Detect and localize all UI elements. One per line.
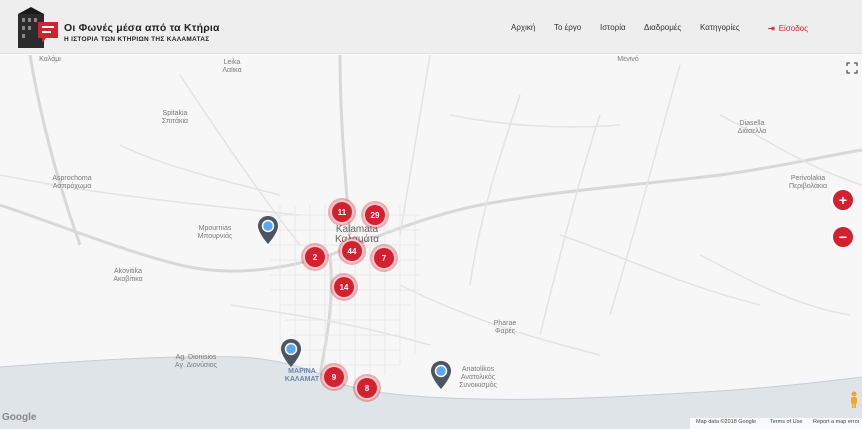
marker-cluster[interactable]: 8 [355, 376, 379, 400]
place-label: Diasella Διάσελλα [737, 120, 767, 135]
map-data-text: Map data ©2018 Google [696, 419, 757, 425]
fullscreen-icon[interactable] [846, 62, 858, 74]
marker-cluster[interactable]: 14 [332, 275, 356, 299]
nav-history[interactable]: Ιστορία [600, 23, 626, 32]
terms-link[interactable]: Terms of Use [770, 419, 802, 425]
place-label: Μενινό [617, 56, 639, 63]
place-label: Anatolikos Ανατολικός [460, 366, 496, 381]
zoom-in-button[interactable]: + [831, 188, 855, 212]
login-button[interactable]: ⇥ Είσοδος [768, 24, 808, 33]
site-title[interactable]: Οι Φωνές μέσα από τα Κτήρια [64, 22, 220, 34]
marker-cluster[interactable]: 11 [330, 200, 354, 224]
map-pin-icon[interactable] [280, 338, 302, 368]
place-label: Καλάμι [39, 56, 61, 63]
street-view-icon[interactable] [849, 391, 859, 409]
marina-label: ΜΑΡΙΝΑ ΚΑΛΑΜΑΤ [284, 368, 320, 383]
marker-cluster[interactable]: 29 [363, 203, 387, 227]
marker-cluster[interactable]: 44 [340, 239, 364, 263]
place-label: Asprochoma Ασπρόχωμα [52, 175, 92, 190]
map-pin-icon[interactable] [430, 360, 452, 390]
site-subtitle: Η ΙΣΤΟΡΙΑ ΤΩΝ ΚΤΗΡΙΩΝ ΤΗΣ ΚΑΛΑΜΑΤΑΣ [64, 36, 210, 43]
place-label: Συνοικισμός [459, 382, 497, 389]
nav-home[interactable]: Αρχική [511, 23, 535, 32]
map-canvas[interactable]: Καλάμι Leika Λαϊικα Μενινό Spitakia Σπιτάκ… [0, 55, 862, 429]
nav-routes[interactable]: Διαδρομές [644, 23, 681, 32]
marker-cluster[interactable]: 2 [303, 245, 327, 269]
place-label: Akovitika Ακοβίτικα [113, 268, 143, 283]
place-label: Pharae Φαρές [493, 320, 517, 335]
login-label: Είσοδος [778, 24, 808, 33]
site-header: Οι Φωνές μέσα από τα Κτήρια Η ΙΣΤΟΡΙΑ ΤΩ… [0, 0, 862, 54]
marker-cluster[interactable]: 7 [372, 246, 396, 270]
report-error-link[interactable]: Report a map error [813, 419, 859, 425]
place-label: Ag. Dionisios Αγ. Διονύσιος [174, 354, 218, 369]
logo-icon[interactable] [16, 6, 60, 50]
nav-categories[interactable]: Κατηγορίες [700, 23, 740, 32]
map-pin-icon[interactable] [257, 215, 279, 245]
nav-project[interactable]: Το έργο [554, 23, 581, 32]
place-label: Mpournias Μπουρνιάς [197, 225, 233, 240]
google-logo[interactable]: Google [2, 412, 36, 423]
place-label: Perivolakia Περιβολάκια [788, 175, 828, 190]
marker-cluster[interactable]: 9 [322, 365, 346, 389]
place-label: Spitakia Σπιτάκια [161, 110, 189, 125]
sign-in-icon: ⇥ [768, 24, 775, 33]
place-label: Leika Λαϊικα [222, 59, 242, 74]
zoom-out-button[interactable]: − [831, 225, 855, 249]
